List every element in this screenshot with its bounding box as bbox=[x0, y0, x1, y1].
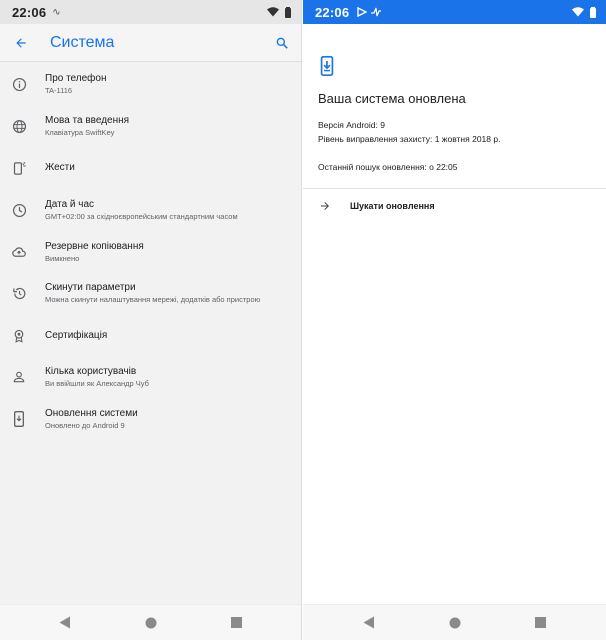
search-icon bbox=[276, 37, 288, 49]
nav-recents-button[interactable] bbox=[229, 615, 245, 631]
status-time: 22:06 bbox=[12, 4, 47, 20]
status-time: 22:06 bbox=[315, 4, 350, 20]
settings-item-subtitle: TA-1116 bbox=[45, 86, 73, 96]
activity-icon bbox=[371, 7, 382, 17]
status-bar: 22:06 bbox=[303, 0, 606, 24]
security-patch-level: Рівень виправлення захисту: 1 жовтня 201… bbox=[318, 134, 501, 144]
settings-item-title: Жести bbox=[45, 162, 75, 174]
nav-recents-button[interactable] bbox=[533, 615, 549, 631]
settings-item-subtitle: Клавіатура SwiftKey bbox=[45, 128, 115, 138]
clock-icon bbox=[12, 203, 26, 217]
triangle-back-icon bbox=[59, 616, 70, 629]
settings-item-reset[interactable]: Скинути параметри Можна скинути налаштув… bbox=[0, 273, 301, 315]
system-update-panel: 22:06 Ваша система оновлена Версія Andro… bbox=[303, 0, 606, 640]
battery-icon bbox=[285, 6, 291, 18]
settings-item-title: Дата й час bbox=[45, 198, 95, 210]
settings-item-gestures[interactable]: Жести bbox=[0, 148, 301, 190]
settings-item-title: Мова та введення bbox=[45, 115, 130, 127]
settings-item-certification[interactable]: Сертифікація bbox=[0, 315, 301, 357]
settings-item-title: Скинути параметри bbox=[45, 282, 136, 294]
nav-home-button[interactable] bbox=[143, 615, 159, 631]
settings-item-language[interactable]: Мова та введення Клавіатура SwiftKey bbox=[0, 106, 301, 148]
cloud-upload-icon bbox=[12, 246, 26, 257]
settings-item-title: Резервне копіювання bbox=[45, 240, 144, 252]
navigation-bar bbox=[0, 604, 301, 640]
search-button[interactable] bbox=[271, 32, 293, 54]
settings-item-title: Про телефон bbox=[45, 73, 107, 85]
update-heading: Ваша система оновлена bbox=[318, 91, 466, 106]
last-update-check: Останній пошук оновлення: о 22:05 bbox=[318, 162, 458, 172]
gesture-phone-icon bbox=[13, 161, 26, 175]
settings-item-title: Сертифікація bbox=[45, 329, 108, 341]
page-title: Система bbox=[50, 33, 115, 51]
square-recents-icon bbox=[535, 617, 546, 628]
info-icon bbox=[12, 78, 26, 92]
globe-icon bbox=[12, 120, 26, 134]
arrow-right-icon bbox=[321, 202, 329, 210]
settings-item-date-time[interactable]: Дата й час GMT+02:00 за східноєвропейськ… bbox=[0, 189, 301, 231]
check-for-updates-button[interactable]: Шукати оновлення bbox=[303, 189, 606, 223]
certificate-icon bbox=[14, 329, 24, 343]
settings-item-about-phone[interactable]: Про телефон TA-1116 bbox=[0, 64, 301, 106]
circle-home-icon bbox=[145, 617, 156, 628]
square-recents-icon bbox=[231, 617, 242, 628]
settings-item-system-update[interactable]: Оновлення системи Оновлено до Android 9 bbox=[0, 398, 301, 440]
wifi-icon bbox=[572, 7, 584, 17]
triangle-back-icon bbox=[363, 616, 374, 629]
settings-item-subtitle: GMT+02:00 за східноєвропейським стандарт… bbox=[45, 211, 238, 221]
notification-icon bbox=[357, 7, 368, 17]
settings-item-title: Оновлення системи bbox=[45, 407, 138, 419]
settings-item-subtitle: Ви ввійшли як Александр Чуб bbox=[45, 378, 149, 388]
system-update-icon bbox=[320, 56, 334, 76]
app-bar: Система bbox=[0, 24, 301, 62]
settings-system-panel: 22:06 ∿ Система Про телефон TA-1116 Мова bbox=[0, 0, 302, 640]
settings-list: Про телефон TA-1116 Мова та введення Кла… bbox=[0, 62, 301, 440]
circle-home-icon bbox=[449, 617, 460, 628]
settings-item-title: Кілька користувачів bbox=[45, 365, 137, 377]
settings-item-subtitle: Оновлено до Android 9 bbox=[45, 420, 125, 430]
update-status-section: Ваша система оновлена Версія Android: 9 … bbox=[303, 24, 606, 174]
settings-item-subtitle: Можна скинути налаштування мережі, додат… bbox=[45, 295, 261, 305]
settings-item-backup[interactable]: Резервне копіювання Вимкнено bbox=[0, 231, 301, 273]
system-update-icon bbox=[14, 411, 24, 428]
nav-home-button[interactable] bbox=[447, 615, 463, 631]
wifi-icon bbox=[267, 7, 279, 17]
person-icon bbox=[13, 372, 25, 383]
nav-back-button[interactable] bbox=[57, 615, 73, 631]
battery-icon bbox=[590, 6, 596, 18]
status-bar: 22:06 ∿ bbox=[0, 0, 301, 24]
settings-item-subtitle: Вимкнено bbox=[45, 253, 80, 263]
arrow-left-icon bbox=[16, 37, 26, 48]
status-indicator: ∿ bbox=[52, 6, 61, 18]
check-for-updates-label: Шукати оновлення bbox=[350, 201, 435, 211]
back-button[interactable] bbox=[10, 32, 32, 54]
settings-item-multiple-users[interactable]: Кілька користувачів Ви ввійшли як Алекса… bbox=[0, 357, 301, 399]
navigation-bar bbox=[303, 604, 606, 640]
nav-back-button[interactable] bbox=[361, 615, 377, 631]
history-icon bbox=[12, 288, 25, 300]
android-version: Версія Android: 9 bbox=[318, 120, 385, 130]
